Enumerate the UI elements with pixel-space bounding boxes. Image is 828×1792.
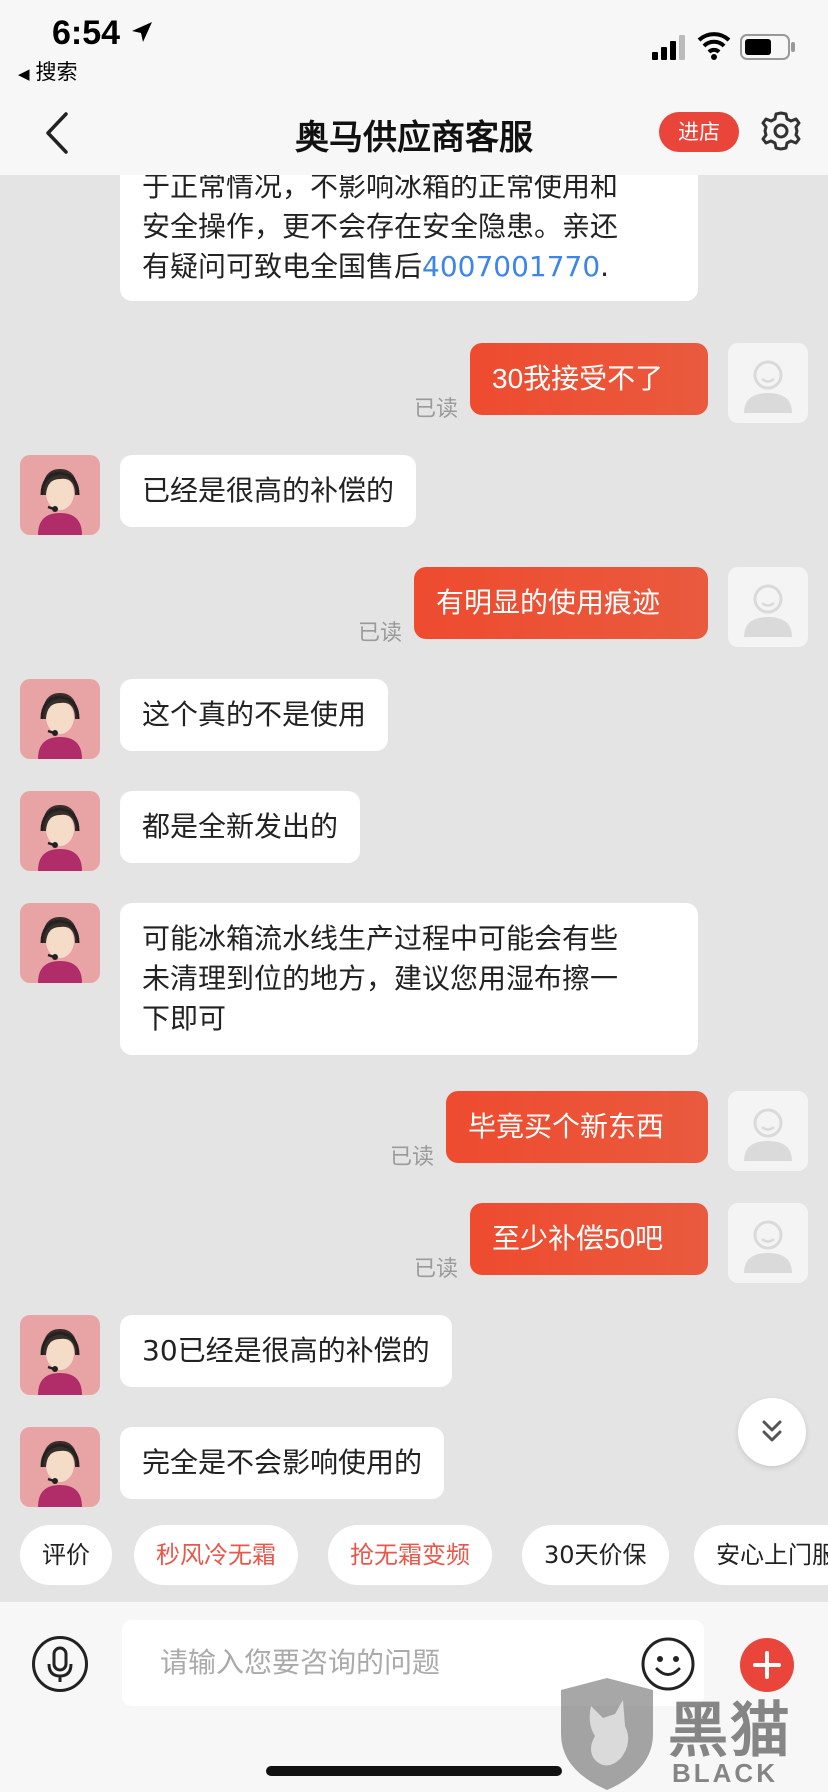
customer-service-agent-icon	[38, 693, 82, 759]
message-text: 未清理到位的地方，建议您用湿布擦一	[142, 962, 619, 995]
message-text: 于正常情况，不影响冰箱的正常使用和	[142, 175, 619, 203]
message-text: 完全是不会影响使用的	[142, 1446, 423, 1479]
message-text: 可能冰箱流水线生产过程中可能会有些	[142, 922, 619, 955]
message-bubble-incoming[interactable]: 都是全新发出的	[120, 791, 361, 863]
user-avatar[interactable]	[728, 567, 808, 647]
wifi-icon	[697, 32, 731, 60]
back-triangle-icon: ◀	[18, 65, 30, 83]
customer-service-agent-icon	[38, 805, 82, 871]
message-bubble-incoming[interactable]: 30已经是很高的补偿的	[120, 1315, 452, 1387]
black-cat-logo-icon	[561, 1678, 653, 1790]
status-bar: 6:54 ◀ 搜索	[0, 0, 828, 90]
scroll-to-bottom-button[interactable]	[738, 1398, 806, 1466]
voice-input-button[interactable]	[32, 1636, 88, 1692]
quick-reply-chip[interactable]: 评价	[20, 1525, 112, 1585]
back-app-label: 搜索	[35, 60, 78, 84]
message-text-segment: 有疑问可致电全国售后	[142, 250, 423, 283]
customer-service-agent-icon	[38, 469, 82, 535]
user-avatar[interactable]	[728, 1091, 808, 1171]
message-bubble-incoming[interactable]: 可能冰箱流水线生产过程中可能会有些 未清理到位的地方，建议您用湿布擦一 下即可	[120, 903, 698, 1055]
quick-reply-chip[interactable]: 抢无霜变频	[328, 1525, 492, 1585]
message-text: 已经是很高的补偿的	[142, 474, 395, 507]
message-text: 至少补偿50吧	[492, 1223, 664, 1254]
read-status: 已读	[390, 1145, 435, 1170]
watermark-text: 黑猫	[668, 1696, 792, 1766]
message-bubble-incoming[interactable]: 这个真的不是使用	[120, 679, 389, 751]
gear-icon[interactable]	[760, 110, 802, 152]
message-text: 这个真的不是使用	[142, 698, 367, 731]
battery-icon	[740, 34, 795, 60]
agent-avatar[interactable]	[20, 1427, 100, 1507]
customer-service-agent-icon	[38, 917, 82, 983]
home-indicator	[266, 1766, 562, 1776]
chat-message-list[interactable]: 于正常情况，不影响冰箱的正常使用和 安全操作，更不会存在安全隐患。亲还 有疑问可…	[0, 175, 828, 1520]
person-icon	[744, 360, 792, 413]
quick-reply-bar[interactable]: 评价 秒风冷无霜 抢无霜变频 30天价保 安心上门服	[0, 1525, 828, 1587]
agent-avatar[interactable]	[20, 903, 100, 983]
read-status: 已读	[358, 621, 403, 646]
message-bubble-outgoing[interactable]: 毕竟买个新东西	[446, 1091, 708, 1163]
person-icon	[744, 1220, 792, 1273]
message-bubble-outgoing[interactable]: 至少补偿50吧	[470, 1203, 708, 1275]
microphone-icon	[47, 1646, 73, 1682]
agent-avatar[interactable]	[20, 679, 100, 759]
read-status: 已读	[414, 397, 459, 422]
status-time: 6:54	[52, 14, 121, 52]
watermark-subtext: BLACK CAT	[672, 1758, 778, 1792]
back-to-search-link[interactable]: ◀ 搜索	[18, 56, 78, 86]
quick-reply-chip[interactable]: 秒风冷无霜	[134, 1525, 298, 1585]
user-avatar[interactable]	[728, 343, 808, 423]
agent-avatar[interactable]	[20, 791, 100, 871]
read-status: 已读	[414, 1257, 459, 1282]
message-text: 下即可	[142, 1002, 227, 1035]
customer-service-agent-icon	[38, 1329, 82, 1395]
message-bubble-outgoing[interactable]: 30我接受不了	[470, 343, 708, 415]
message-bubble-outgoing[interactable]: 有明显的使用痕迹	[414, 567, 708, 639]
message-text: 安全操作，更不会存在安全隐患。亲还	[142, 210, 619, 243]
message-bubble-incoming[interactable]: 于正常情况，不影响冰箱的正常使用和 安全操作，更不会存在安全隐患。亲还 有疑问可…	[120, 175, 698, 301]
message-text: 毕竟买个新东西	[468, 1111, 665, 1142]
message-text: 30已经是很高的补偿的	[142, 1334, 430, 1367]
message-text: 都是全新发出的	[142, 810, 339, 843]
message-text: 30我接受不了	[492, 363, 664, 394]
customer-service-agent-icon	[38, 1441, 82, 1507]
message-bubble-incoming[interactable]: 已经是很高的补偿的	[120, 455, 417, 527]
double-chevron-down-icon	[762, 1420, 782, 1442]
location-arrow-icon	[132, 22, 152, 42]
agent-avatar[interactable]	[20, 455, 100, 535]
nav-bar: 奥马供应商客服 进店	[0, 90, 828, 175]
cellular-signal-icon	[652, 35, 685, 60]
person-icon	[744, 1108, 792, 1161]
message-bubble-incoming[interactable]: 完全是不会影响使用的	[120, 1427, 445, 1499]
quick-reply-chip[interactable]: 30天价保	[522, 1525, 669, 1585]
person-icon	[744, 584, 792, 637]
message-text: 有明显的使用痕迹	[436, 587, 661, 618]
user-avatar[interactable]	[728, 1203, 808, 1283]
message-text: 有疑问可致电全国售后4007001770.	[142, 247, 676, 287]
message-text-segment: .	[600, 250, 610, 283]
quick-reply-chip[interactable]: 安心上门服	[694, 1525, 828, 1585]
phone-number-link[interactable]: 4007001770	[422, 250, 600, 283]
agent-avatar[interactable]	[20, 1315, 100, 1395]
enter-shop-button[interactable]: 进店	[659, 112, 739, 152]
